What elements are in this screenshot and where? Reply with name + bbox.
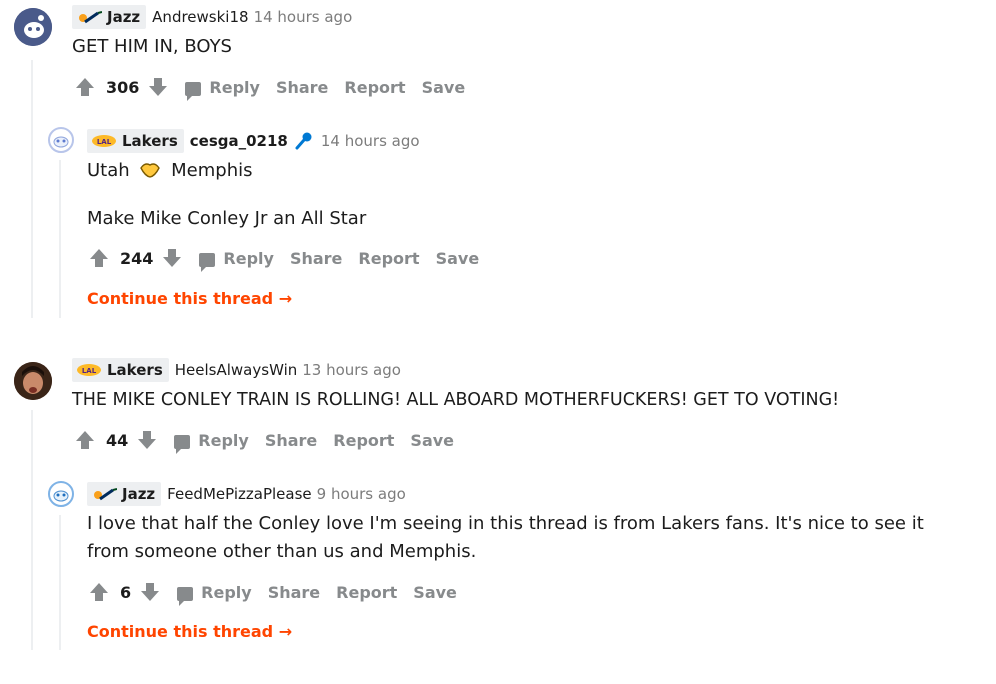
save-button[interactable]: Save [422,78,466,97]
save-button[interactable]: Save [436,249,480,268]
reply-button[interactable]: Reply [174,431,249,454]
flair-label: Jazz [122,485,156,503]
upvote-icon[interactable] [88,581,110,603]
reply-button[interactable]: Reply [185,78,260,101]
lakers-logo-icon: LAL [91,134,117,148]
comment-bubble-icon [177,587,194,606]
handshake-icon [139,159,161,179]
comment-meta: Jazz FeedMePizzaPlease 9 hours ago [87,482,406,506]
thread-line[interactable] [59,160,61,318]
username[interactable]: Andrewski18 [152,8,248,26]
reply-button[interactable]: Reply [199,249,274,272]
jazz-logo-icon [91,487,118,501]
timestamp[interactable]: 14 hours ago [321,132,420,150]
arrow-right-icon: → [278,289,293,308]
comment-actions: 306 Reply Share Report Save [74,75,481,101]
report-button[interactable]: Report [333,431,394,450]
flair-label: Lakers [122,132,178,150]
downvote-icon[interactable] [136,429,158,451]
save-button[interactable]: Save [410,431,454,450]
snoo-icon [48,127,74,153]
continue-thread-link[interactable]: Continue this thread → [87,622,292,641]
share-button[interactable]: Share [276,78,328,97]
timestamp[interactable]: 13 hours ago [302,361,401,379]
timestamp[interactable]: 9 hours ago [317,485,406,503]
user-flair: Jazz [87,482,162,506]
snoo-icon [48,481,74,507]
upvote-icon[interactable] [74,429,96,451]
upvote-icon[interactable] [88,247,110,269]
comment-actions: 44 Reply Share Report Save [74,428,470,454]
timestamp[interactable]: 14 hours ago [254,8,353,26]
downvote-icon[interactable] [147,76,169,98]
svg-text:LAL: LAL [82,367,97,375]
vote-count: 306 [106,77,140,97]
thread-line[interactable] [31,410,33,650]
upvote-icon[interactable] [74,76,96,98]
comment-body: THE MIKE CONLEY TRAIN IS ROLLING! ALL AB… [72,390,840,410]
report-button[interactable]: Report [358,249,419,268]
user-flair: LAL Lakers [87,129,184,153]
comment-bubble-icon [174,435,191,454]
vote-count: 244 [120,248,154,268]
comment-actions: 244 Reply Share Report Save [88,246,495,272]
comment-body: I love that half the Conley love I'm see… [87,513,924,562]
lakers-logo-icon: LAL [76,363,102,377]
vote-count: 44 [106,430,129,450]
thread-line[interactable] [59,515,61,650]
user-flair: Jazz [72,5,147,29]
arrow-right-icon: → [278,622,293,641]
share-button[interactable]: Share [290,249,342,268]
username[interactable]: cesga_0218 [190,132,288,150]
comment-meta: Jazz Andrewski18 14 hours ago [72,5,352,29]
report-button[interactable]: Report [344,78,405,97]
comment-meta: LAL Lakers cesga_0218 14 hours ago [87,129,420,153]
downvote-icon[interactable] [161,247,183,269]
comment-actions: 6 Reply Share Report Save [88,580,473,606]
thread-line[interactable] [31,60,33,318]
reply-button[interactable]: Reply [177,583,252,606]
report-button[interactable]: Report [336,583,397,602]
user-flair: LAL Lakers [72,358,169,382]
avatar[interactable] [48,127,74,153]
comment-body: GET HIM IN, BOYS [72,36,232,57]
username[interactable]: FeedMePizzaPlease [167,485,311,503]
svg-text:LAL: LAL [97,138,112,146]
flair-label: Jazz [107,8,141,26]
jazz-logo-icon [76,10,103,24]
share-button[interactable]: Share [268,583,320,602]
avatar[interactable] [48,481,74,507]
comment-body: Make Mike Conley Jr an All Star [87,208,367,229]
comment-body: Utah Memphis [87,159,253,181]
microphone-icon [293,131,313,151]
user-photo-icon [14,362,52,400]
snoo-icon [14,8,52,46]
comment-bubble-icon [199,253,216,272]
save-button[interactable]: Save [413,583,457,602]
vote-count: 6 [120,582,132,602]
avatar[interactable] [14,362,52,400]
comment-meta: LAL Lakers HeelsAlwaysWin 13 hours ago [72,358,401,382]
comment-bubble-icon [185,82,202,101]
share-button[interactable]: Share [265,431,317,450]
username[interactable]: HeelsAlwaysWin [175,361,297,379]
flair-label: Lakers [107,361,163,379]
avatar[interactable] [14,8,52,46]
continue-thread-link[interactable]: Continue this thread → [87,289,292,308]
downvote-icon[interactable] [139,581,161,603]
